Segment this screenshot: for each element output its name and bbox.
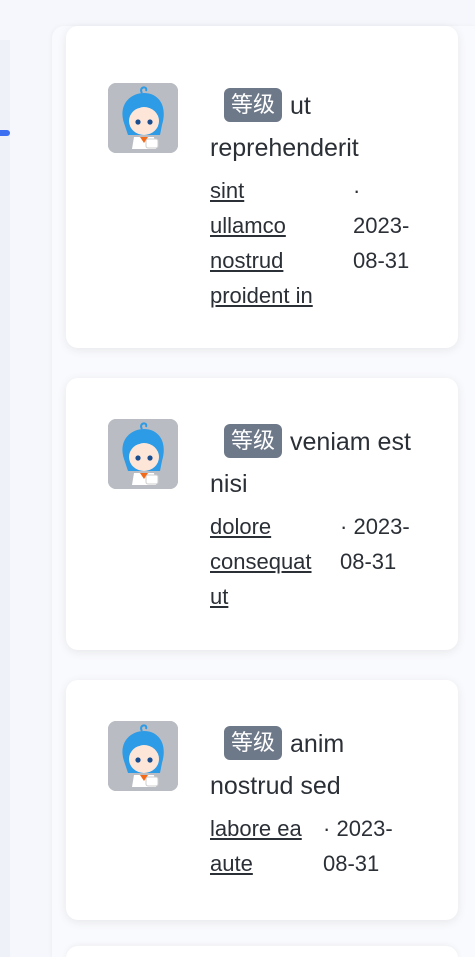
post-card[interactable]: 等级 ut reprehenderit sint ullamco nostrud …: [66, 26, 458, 348]
post-card[interactable]: 等级 anim nostrud sed labore ea aute · 2023…: [66, 680, 458, 920]
level-badge: 等级: [224, 88, 283, 122]
active-nav-indicator: [0, 130, 10, 136]
user-avatar[interactable]: [108, 83, 178, 153]
post-title[interactable]: 等级 anim nostrud sed: [210, 723, 430, 807]
author-link[interactable]: sint ullamco nostrud proident in: [210, 173, 313, 313]
post-title[interactable]: 等级 ut reprehenderit: [210, 85, 430, 169]
user-avatar[interactable]: [108, 721, 178, 791]
author-link[interactable]: labore ea aute: [210, 811, 302, 881]
post-meta: labore ea aute · 2023- 08-31: [210, 811, 430, 881]
post-date: · 2023- 08-31: [340, 514, 410, 574]
post-card-partial[interactable]: [66, 946, 458, 957]
author-link[interactable]: dolore consequat ut: [210, 509, 312, 614]
post-date: · 2023- 08-31: [353, 178, 410, 273]
anime-avatar-icon: [108, 721, 178, 791]
anime-avatar-icon: [108, 419, 178, 489]
post-meta: dolore consequat ut · 2023- 08-31: [210, 509, 430, 614]
level-badge: 等级: [224, 424, 283, 458]
level-badge: 等级: [224, 726, 283, 760]
post-card[interactable]: 等级 veniam est nisi dolore consequat ut · …: [66, 378, 458, 650]
post-date: · 2023- 08-31: [323, 816, 393, 876]
user-avatar[interactable]: [108, 419, 178, 489]
anime-avatar-icon: [108, 83, 178, 153]
side-nav-rail: [0, 40, 10, 957]
post-title[interactable]: 等级 veniam est nisi: [210, 421, 430, 505]
page: 等级 ut reprehenderit sint ullamco nostrud …: [0, 0, 475, 957]
post-meta: sint ullamco nostrud proident in · 2023-…: [210, 173, 430, 313]
